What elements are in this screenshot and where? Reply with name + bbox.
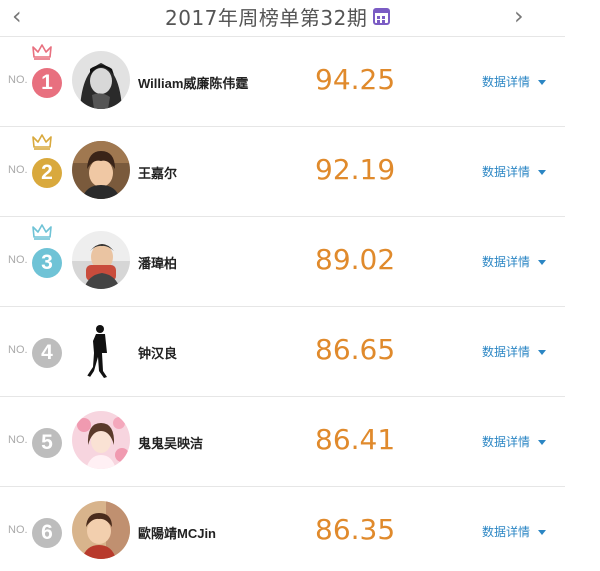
- ranking-row: NO. 5 鬼鬼吴映洁 86.41 数据详情: [0, 396, 565, 486]
- avatar[interactable]: [72, 231, 130, 289]
- data-details-button[interactable]: 数据详情: [482, 523, 547, 540]
- ranking-list: NO. 1 William威廉陈伟霆 94.25 数据详情 NO. 2 王嘉尔 92.19 数据详…: [0, 36, 565, 571]
- ranking-row: NO. 4 钟汉良 86.65 数据详情: [0, 306, 565, 396]
- ranking-row: NO. 2 王嘉尔 92.19 数据详情: [0, 126, 565, 216]
- data-details-button[interactable]: 数据详情: [482, 343, 547, 360]
- ranking-row: NO. 1 William威廉陈伟霆 94.25 数据详情: [0, 36, 565, 126]
- calendar-icon[interactable]: [373, 7, 391, 25]
- score-value: 86.35: [315, 513, 396, 546]
- rank-badge: 3: [32, 248, 62, 278]
- score-value: 89.02: [315, 243, 396, 276]
- score-value: 86.41: [315, 423, 396, 456]
- rank-prefix-label: NO.: [8, 434, 28, 446]
- rank-prefix-label: NO.: [8, 74, 28, 86]
- artist-name[interactable]: 钟汉良: [138, 343, 177, 362]
- rank-badge: 5: [32, 428, 62, 458]
- data-details-button[interactable]: 数据详情: [482, 433, 547, 450]
- avatar[interactable]: [72, 411, 130, 469]
- page-title: 2017年周榜单第32期: [165, 5, 368, 30]
- chevron-down-icon: [538, 170, 547, 176]
- chevron-down-icon: [538, 80, 547, 86]
- artist-name[interactable]: 鬼鬼吴映洁: [138, 433, 203, 452]
- prev-week-arrow-icon[interactable]: ‹: [12, 4, 22, 28]
- data-details-label: 数据详情: [482, 345, 531, 359]
- chevron-down-icon: [538, 260, 547, 266]
- rank-badge: 4: [32, 338, 62, 368]
- data-details-label: 数据详情: [482, 75, 531, 89]
- rank-prefix-label: NO.: [8, 524, 28, 536]
- chevron-down-icon: [538, 440, 547, 446]
- rank-prefix-label: NO.: [8, 254, 28, 266]
- data-details-button[interactable]: 数据详情: [482, 163, 547, 180]
- score-value: 94.25: [315, 63, 396, 96]
- rank-prefix-label: NO.: [8, 164, 28, 176]
- score-value: 92.19: [315, 153, 396, 186]
- rank-prefix-label: NO.: [8, 344, 28, 356]
- ranking-header: ‹ 2017年周榜单第32期 ›: [0, 0, 565, 36]
- rank-badge: 6: [32, 518, 62, 548]
- data-details-label: 数据详情: [482, 525, 531, 539]
- artist-name[interactable]: William威廉陈伟霆: [138, 73, 248, 92]
- data-details-label: 数据详情: [482, 165, 531, 179]
- ranking-row: NO. 6 歐陽靖MCJin 86.35 数据详情: [0, 486, 565, 571]
- chevron-down-icon: [538, 530, 547, 536]
- artist-name[interactable]: 歐陽靖MCJin: [138, 523, 216, 542]
- chevron-down-icon: [538, 350, 547, 356]
- artist-name[interactable]: 王嘉尔: [138, 163, 177, 182]
- data-details-button[interactable]: 数据详情: [482, 253, 547, 270]
- avatar[interactable]: [72, 321, 130, 379]
- data-details-button[interactable]: 数据详情: [482, 73, 547, 90]
- title-group: 2017年周榜单第32期: [165, 3, 391, 30]
- crown-icon: [32, 44, 52, 60]
- avatar[interactable]: [72, 501, 130, 559]
- avatar[interactable]: [72, 51, 130, 109]
- data-details-label: 数据详情: [482, 435, 531, 449]
- rank-badge: 1: [32, 68, 62, 98]
- avatar[interactable]: [72, 141, 130, 199]
- rank-badge: 2: [32, 158, 62, 188]
- crown-icon: [32, 134, 52, 150]
- crown-icon: [32, 224, 52, 240]
- score-value: 86.65: [315, 333, 396, 366]
- ranking-row: NO. 3 潘瑋柏 89.02 数据详情: [0, 216, 565, 306]
- data-details-label: 数据详情: [482, 255, 531, 269]
- next-week-arrow-icon[interactable]: ›: [514, 4, 524, 28]
- artist-name[interactable]: 潘瑋柏: [138, 253, 177, 272]
